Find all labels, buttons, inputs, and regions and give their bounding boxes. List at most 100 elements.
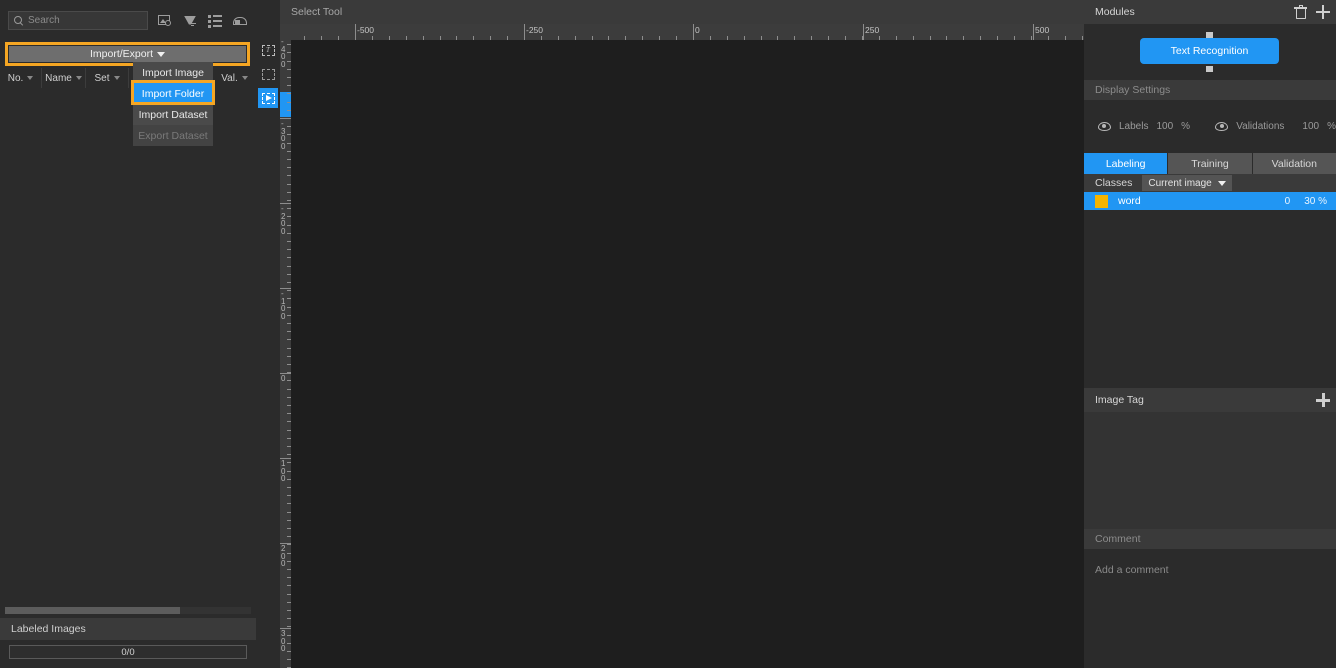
left-panel: Import/Export No. Name Set Val. (0, 0, 256, 668)
tab-validation[interactable]: Validation (1252, 153, 1336, 174)
left-panel-icon-group (158, 14, 248, 28)
eye-icon[interactable] (1098, 122, 1111, 131)
ruler-tick-major (1033, 24, 1034, 40)
display-setting-unit: % (1181, 121, 1191, 132)
class-percent: 30 % (1304, 195, 1327, 207)
tab-labeling[interactable]: Labeling (1084, 153, 1169, 174)
menu-item-import-dataset[interactable]: Import Dataset (133, 104, 213, 125)
marquee-tool-icon (261, 68, 275, 80)
modules-graph[interactable]: Text Recognition (1084, 24, 1336, 80)
menu-item-label: Import Folder (141, 87, 205, 100)
comment-header: Comment (1084, 529, 1336, 549)
left-panel-scrollbar-thumb[interactable] (5, 607, 180, 614)
column-label: No. (7, 72, 24, 84)
column-header-set[interactable]: Set (86, 68, 129, 88)
image-properties-icon[interactable] (158, 14, 173, 28)
display-setting-validations: Validations 100 % (1215, 121, 1336, 132)
class-color-swatch[interactable] (1095, 194, 1108, 208)
modules-title: Modules (1095, 6, 1135, 18)
class-name-label: word (1118, 195, 1141, 207)
canvas-viewport[interactable] (291, 40, 1084, 668)
eye-icon[interactable] (1215, 122, 1229, 131)
tab-label: Labeling (1105, 157, 1146, 170)
ruler-label: 0 (281, 374, 286, 383)
classes-list-body (1084, 210, 1336, 388)
column-header-val[interactable]: Val. (213, 68, 256, 88)
right-panel: Modules Text Recognition Display Setting… (1084, 0, 1336, 668)
classes-scope-value: Current image (1148, 177, 1212, 189)
menu-item-import-folder[interactable]: Import Folder (133, 83, 213, 104)
display-setting-labels: Labels 100 % (1098, 121, 1215, 132)
search-input[interactable] (28, 15, 142, 26)
vertical-ruler-marker (280, 92, 291, 117)
vertical-ruler[interactable]: -400-300-200-1000100200300400 (280, 40, 291, 668)
menu-item-export-dataset: Export Dataset (133, 125, 213, 146)
select-tool-button[interactable] (258, 88, 278, 108)
classes-header: Classes Current image (1084, 174, 1336, 192)
class-row-word[interactable]: word 0 30 % (1084, 192, 1336, 210)
import-export-highlight (5, 42, 250, 66)
menu-item-label: Import Dataset (138, 108, 208, 121)
display-setting-value[interactable]: 100 (1156, 121, 1173, 132)
image-tag-title: Image Tag (1095, 394, 1144, 406)
ruler-tick-major (524, 24, 525, 40)
comment-placeholder: Add a comment (1095, 564, 1169, 576)
labeled-images-header: Labeled Images (0, 618, 256, 640)
labeled-images-label: Labeled Images (11, 623, 86, 635)
tab-label: Validation (1271, 157, 1317, 170)
labeled-images-count: 0/0 (121, 646, 135, 658)
import-export-dropdown-menu[interactable]: Import Image Import Folder Import Datase… (133, 62, 213, 146)
comment-body[interactable]: Add a comment (1084, 549, 1336, 635)
tab-training[interactable]: Training (1168, 153, 1253, 174)
column-header-no[interactable]: No. (0, 68, 42, 88)
canvas-title-bar: Select Tool (280, 0, 1084, 24)
comment-title: Comment (1095, 533, 1141, 545)
horizontal-ruler[interactable]: -500 -250 0 250 500 (280, 24, 1084, 40)
search-icon (14, 16, 23, 25)
application-window: Import/Export No. Name Set Val. (0, 0, 1336, 668)
classes-scope-select[interactable]: Current image (1142, 175, 1232, 191)
left-panel-toolbar (0, 0, 256, 41)
display-settings-header: Display Settings (1084, 80, 1336, 100)
text-select-tool-button[interactable]: T (258, 40, 278, 60)
module-node-text-recognition[interactable]: Text Recognition (1140, 38, 1279, 64)
display-setting-label: Validations (1236, 121, 1285, 132)
layout-icon[interactable] (233, 14, 248, 28)
marquee-tool-button[interactable] (258, 64, 278, 84)
ruler-tick-major (693, 24, 694, 40)
filter-icon[interactable] (183, 14, 198, 28)
ruler-label: -500 (357, 25, 375, 35)
display-setting-value[interactable]: 100 (1302, 121, 1319, 132)
text-select-tool-icon: T (261, 44, 275, 56)
tab-label: Training (1191, 157, 1229, 170)
image-tag-body[interactable] (1084, 412, 1336, 529)
modules-header: Modules (1084, 0, 1336, 24)
display-settings-title: Display Settings (1095, 84, 1171, 96)
chevron-down-icon (1217, 180, 1226, 186)
file-table-header: No. Name Set Val. (0, 68, 256, 88)
ruler-tick-major (863, 24, 864, 40)
list-view-icon[interactable] (208, 14, 223, 28)
trash-icon[interactable] (1294, 5, 1307, 19)
menu-item-label: Export Dataset (138, 129, 208, 142)
column-label: Name (45, 72, 72, 84)
menu-item-import-image[interactable]: Import Image (133, 62, 213, 83)
search-input-wrapper[interactable] (8, 11, 148, 30)
panel-tabs: Labeling Training Validation (1084, 153, 1336, 174)
ruler-label: 300 (281, 629, 286, 653)
ruler-label: -300 (281, 119, 286, 151)
plus-icon[interactable] (1316, 393, 1330, 407)
menu-item-label: Import Image (142, 66, 204, 79)
sort-arrow-icon (27, 76, 34, 80)
display-setting-label: Labels (1119, 121, 1149, 132)
node-handle-bottom[interactable] (1206, 66, 1213, 72)
select-tool-icon (261, 92, 275, 104)
plus-icon[interactable] (1316, 5, 1330, 19)
ruler-label: 0 (695, 25, 700, 35)
column-header-name[interactable]: Name (42, 68, 86, 88)
column-label: Val. (221, 72, 238, 84)
sort-arrow-icon (241, 76, 248, 80)
labeled-images-progress: 0/0 (9, 645, 247, 659)
sort-arrow-icon (75, 76, 82, 80)
canvas-title-label: Select Tool (291, 6, 343, 18)
